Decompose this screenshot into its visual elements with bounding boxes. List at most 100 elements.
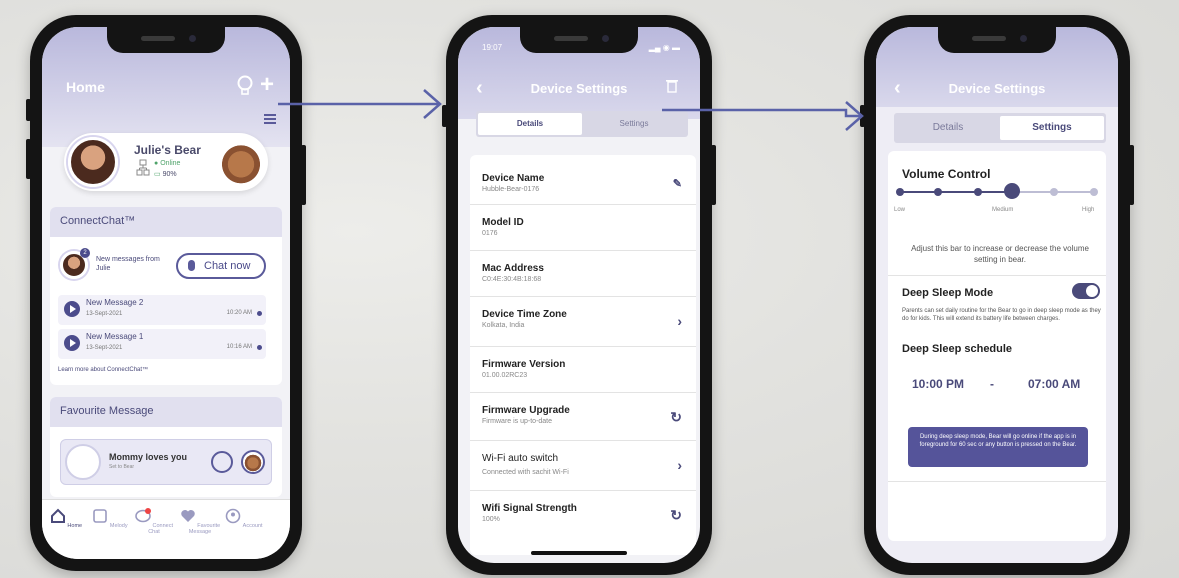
page-title: Device Settings <box>948 81 1046 96</box>
row-wifi-signal[interactable]: Wifi Signal Strength 100% ↻ <box>470 491 696 539</box>
row-wifi-auto-switch[interactable]: Wi-Fi auto switch Connected with sachit … <box>470 441 696 491</box>
new-messages-text: New messages from Julie <box>96 256 160 272</box>
volume-slider-knob[interactable] <box>1004 183 1020 199</box>
status-icons: ▂▄ ◉ ▬ <box>648 43 680 52</box>
favourite-section: Favourite Message Mommy loves you Set to… <box>50 397 282 497</box>
phone-home: Home + Julie's Bear ● Online ▭ 90% Conne… <box>26 15 306 571</box>
row-firmware-upgrade[interactable]: Firmware Upgrade Firmware is up-to-date … <box>470 393 696 441</box>
tab-account[interactable]: Account <box>222 508 266 529</box>
slider-stop <box>896 188 904 196</box>
row-label: Device Name <box>482 173 545 184</box>
slider-stop <box>1090 188 1098 196</box>
settings-screen: ‹ Device Settings Details Settings Volum… <box>876 27 1118 563</box>
favourite-thumbnail <box>65 444 101 480</box>
power-button <box>301 145 306 205</box>
chat-icon <box>135 508 151 523</box>
unread-dot <box>257 311 262 316</box>
tab-settings[interactable]: Settings <box>1000 116 1104 140</box>
volume-up-button <box>26 139 31 179</box>
unread-dot <box>257 345 262 350</box>
slider-stop <box>974 188 982 196</box>
volume-description: Adjust this bar to increase or decrease … <box>911 244 1089 264</box>
settings-card: Volume Control Low Medium High Adjust th… <box>888 151 1106 541</box>
row-model-id: Model ID 0176 <box>470 205 696 251</box>
play-icon[interactable] <box>64 301 80 317</box>
message-badge: 2 <box>80 248 90 258</box>
slider-stop <box>1050 188 1058 196</box>
heart-icon <box>181 510 195 522</box>
row-label: Firmware Version <box>482 359 566 370</box>
battery-icon: ▭ <box>154 171 161 178</box>
refresh-icon[interactable]: ↻ <box>670 507 682 524</box>
notch <box>938 27 1056 53</box>
tab-home[interactable]: Home <box>44 508 88 529</box>
row-value: Kolkata, India <box>482 322 525 329</box>
row-value: 0176 <box>482 230 498 237</box>
schedule-start-time[interactable]: 10:00 PM <box>912 377 964 391</box>
chevron-right-icon[interactable]: › <box>677 313 682 329</box>
schedule-title: Deep Sleep schedule <box>902 343 1013 355</box>
notch <box>520 27 638 53</box>
bear-icon[interactable] <box>241 450 265 474</box>
mute-switch <box>26 99 31 121</box>
chat-now-button[interactable]: Chat now <box>176 253 266 279</box>
bear-name: Julie's Bear <box>134 143 201 157</box>
message-title: New Message 2 <box>86 298 144 307</box>
deep-sleep-toggle[interactable] <box>1072 283 1100 299</box>
row-value: C0:4E:30:4B:18:68 <box>482 276 542 283</box>
favourite-message-card[interactable]: Mommy loves you Set to Bear <box>60 439 272 485</box>
segment-control: Details Settings <box>476 111 688 137</box>
page-title: Home <box>66 79 105 95</box>
message-time: 10:20 AM <box>226 310 252 316</box>
tab-bar: Home Melody Connect Chat Favourite Messa… <box>42 499 290 559</box>
row-label: Wi-Fi auto switch <box>482 453 559 464</box>
volume-high-label: High <box>1082 207 1095 213</box>
filter-icon[interactable] <box>264 113 276 125</box>
bear-icon <box>218 139 264 185</box>
trash-icon[interactable] <box>666 79 678 93</box>
slider-stop <box>934 188 942 196</box>
row-time-zone[interactable]: Device Time Zone Kolkata, India › <box>470 297 696 347</box>
message-time: 10:16 AM <box>226 344 252 350</box>
connectchat-heading: ConnectChat™ <box>50 207 282 237</box>
network-icon <box>136 159 150 176</box>
row-value: 100% <box>482 516 500 523</box>
account-icon <box>226 508 241 524</box>
tab-details[interactable]: Details <box>896 116 1000 140</box>
row-firmware-version: Firmware Version 01.00.02RC23 <box>470 347 696 393</box>
row-label: Mac Address <box>482 263 544 274</box>
message-row[interactable]: New Message 2 13-Sept-2021 10:20 AM <box>58 295 266 325</box>
pencil-icon[interactable]: ✎ <box>673 177 682 190</box>
favourite-sub: Set to Bear <box>109 464 135 470</box>
row-value: Firmware is up-to-date <box>482 418 553 425</box>
music-icon <box>93 509 108 523</box>
row-value: Hubble-Bear-0176 <box>482 186 540 193</box>
tab-favourite-message[interactable]: Favourite Message <box>178 508 222 535</box>
bear-card[interactable]: Julie's Bear ● Online ▭ 90% <box>64 133 268 191</box>
divider <box>888 275 1106 276</box>
row-value: 01.00.02RC23 <box>482 372 528 379</box>
row-device-name[interactable]: Device Name Hubble-Bear-0176 ✎ <box>470 161 696 205</box>
lightbulb-icon[interactable] <box>236 75 254 95</box>
tab-melody[interactable]: Melody <box>88 508 132 529</box>
row-label: Firmware Upgrade <box>482 405 570 416</box>
deep-sleep-description: Parents can set daily routine for the Be… <box>902 308 1101 322</box>
learn-more-link[interactable]: Learn more about ConnectChat™ <box>58 367 148 373</box>
schedule-end-time[interactable]: 07:00 AM <box>1028 377 1080 391</box>
volume-medium-label: Medium <box>992 207 1014 213</box>
send-icon[interactable] <box>211 451 233 473</box>
chevron-right-icon[interactable]: › <box>677 457 682 473</box>
tab-details[interactable]: Details <box>478 113 582 135</box>
tab-connect-chat[interactable]: Connect Chat <box>132 508 176 535</box>
volume-title: Volume Control <box>902 167 991 181</box>
message-row[interactable]: New Message 1 13-Sept-2021 10:16 AM <box>58 329 266 359</box>
row-mac-address: Mac Address C0:4E:30:4B:18:68 <box>470 251 696 297</box>
status-online: ● Online <box>154 160 181 167</box>
schedule-separator: - <box>990 377 994 391</box>
arrow-icon <box>278 89 442 119</box>
segment-control: Details Settings <box>894 113 1106 143</box>
deep-sleep-note: During deep sleep mode, Bear will go onl… <box>908 427 1088 467</box>
add-icon[interactable]: + <box>260 71 274 99</box>
play-icon[interactable] <box>64 335 80 351</box>
refresh-icon[interactable]: ↻ <box>670 409 682 426</box>
